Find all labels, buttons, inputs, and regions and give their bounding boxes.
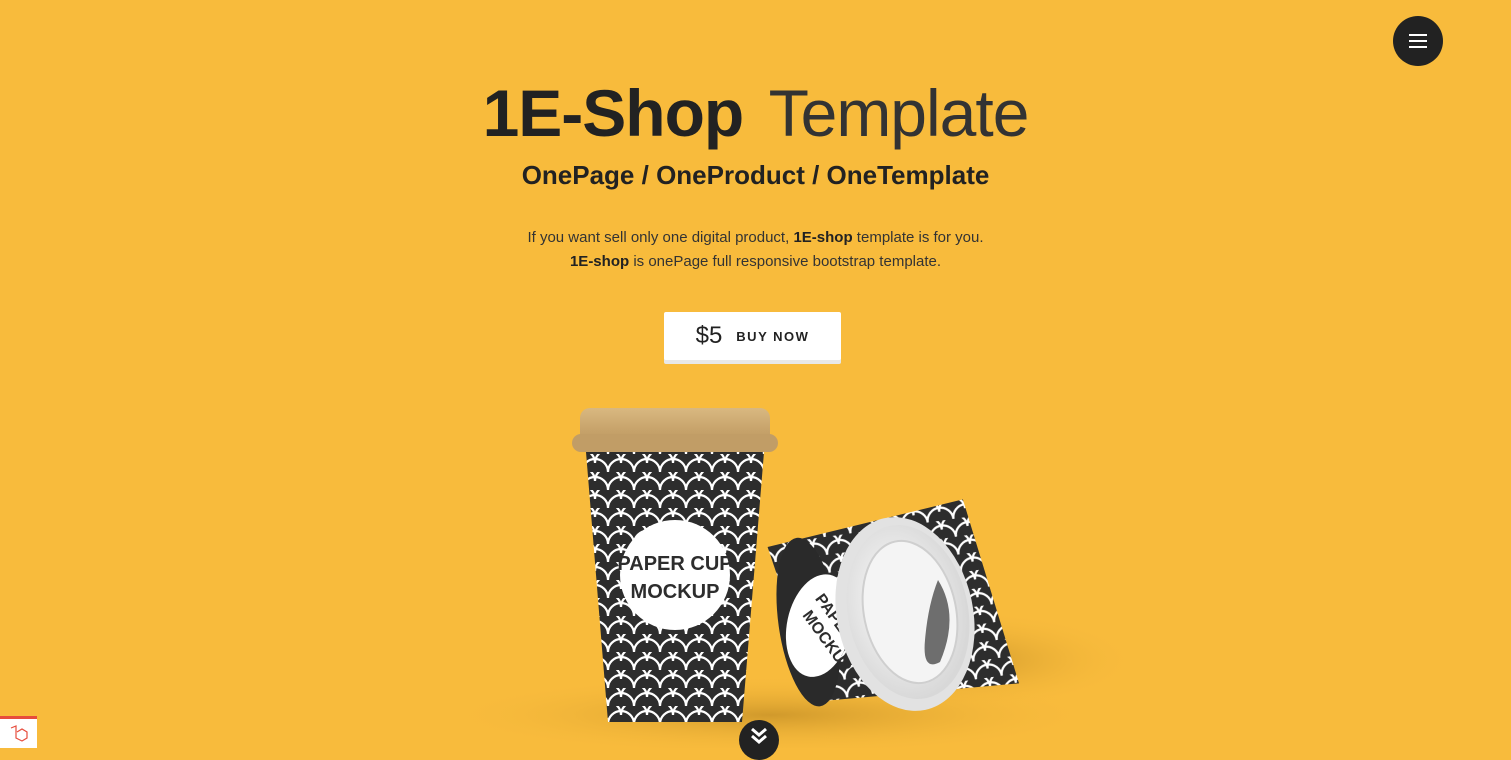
desc-text: If you want sell only one digital produc… [527, 229, 794, 246]
title-strong: 1E-Shop [482, 76, 745, 150]
buy-now-label: BUY NOW [736, 328, 810, 344]
cup-label-1: PAPER CUP [617, 553, 732, 575]
scroll-down-button[interactable] [739, 720, 779, 760]
standing-cup: PAPER CUP MOCKUP [572, 408, 778, 722]
price: $5 [695, 322, 723, 349]
desc-bold: 1E-shop [793, 229, 853, 246]
paper-cup-product-image: PAPER CUP MOCKUP PAPER CUP MOCKUP [440, 408, 1140, 748]
laravel-logo-icon [10, 724, 28, 742]
double-chevron-down-icon [751, 727, 767, 744]
description-line-2: 1E-shop is onePage full responsive boots… [0, 250, 1511, 274]
description: If you want sell only one digital produc… [0, 226, 1511, 274]
hamburger-icon [1409, 34, 1427, 48]
buy-now-button[interactable]: $5 BUY NOW [664, 312, 841, 360]
desc-bold: 1E-shop [569, 253, 630, 270]
desc-text: is onePage full responsive bootstrap tem… [629, 253, 942, 270]
menu-button[interactable] [1393, 16, 1443, 66]
desc-text: template is for you. [852, 229, 984, 246]
laravel-debug-badge[interactable] [0, 716, 37, 748]
title-light: Template [768, 76, 1030, 150]
page-subtitle: OnePage / OneProduct / OneTemplate [521, 160, 990, 190]
page-title: 1E-Shop Template [0, 70, 1511, 156]
cup-label-2: MOCKUP [631, 581, 720, 603]
description-line-1: If you want sell only one digital produc… [0, 226, 1511, 250]
